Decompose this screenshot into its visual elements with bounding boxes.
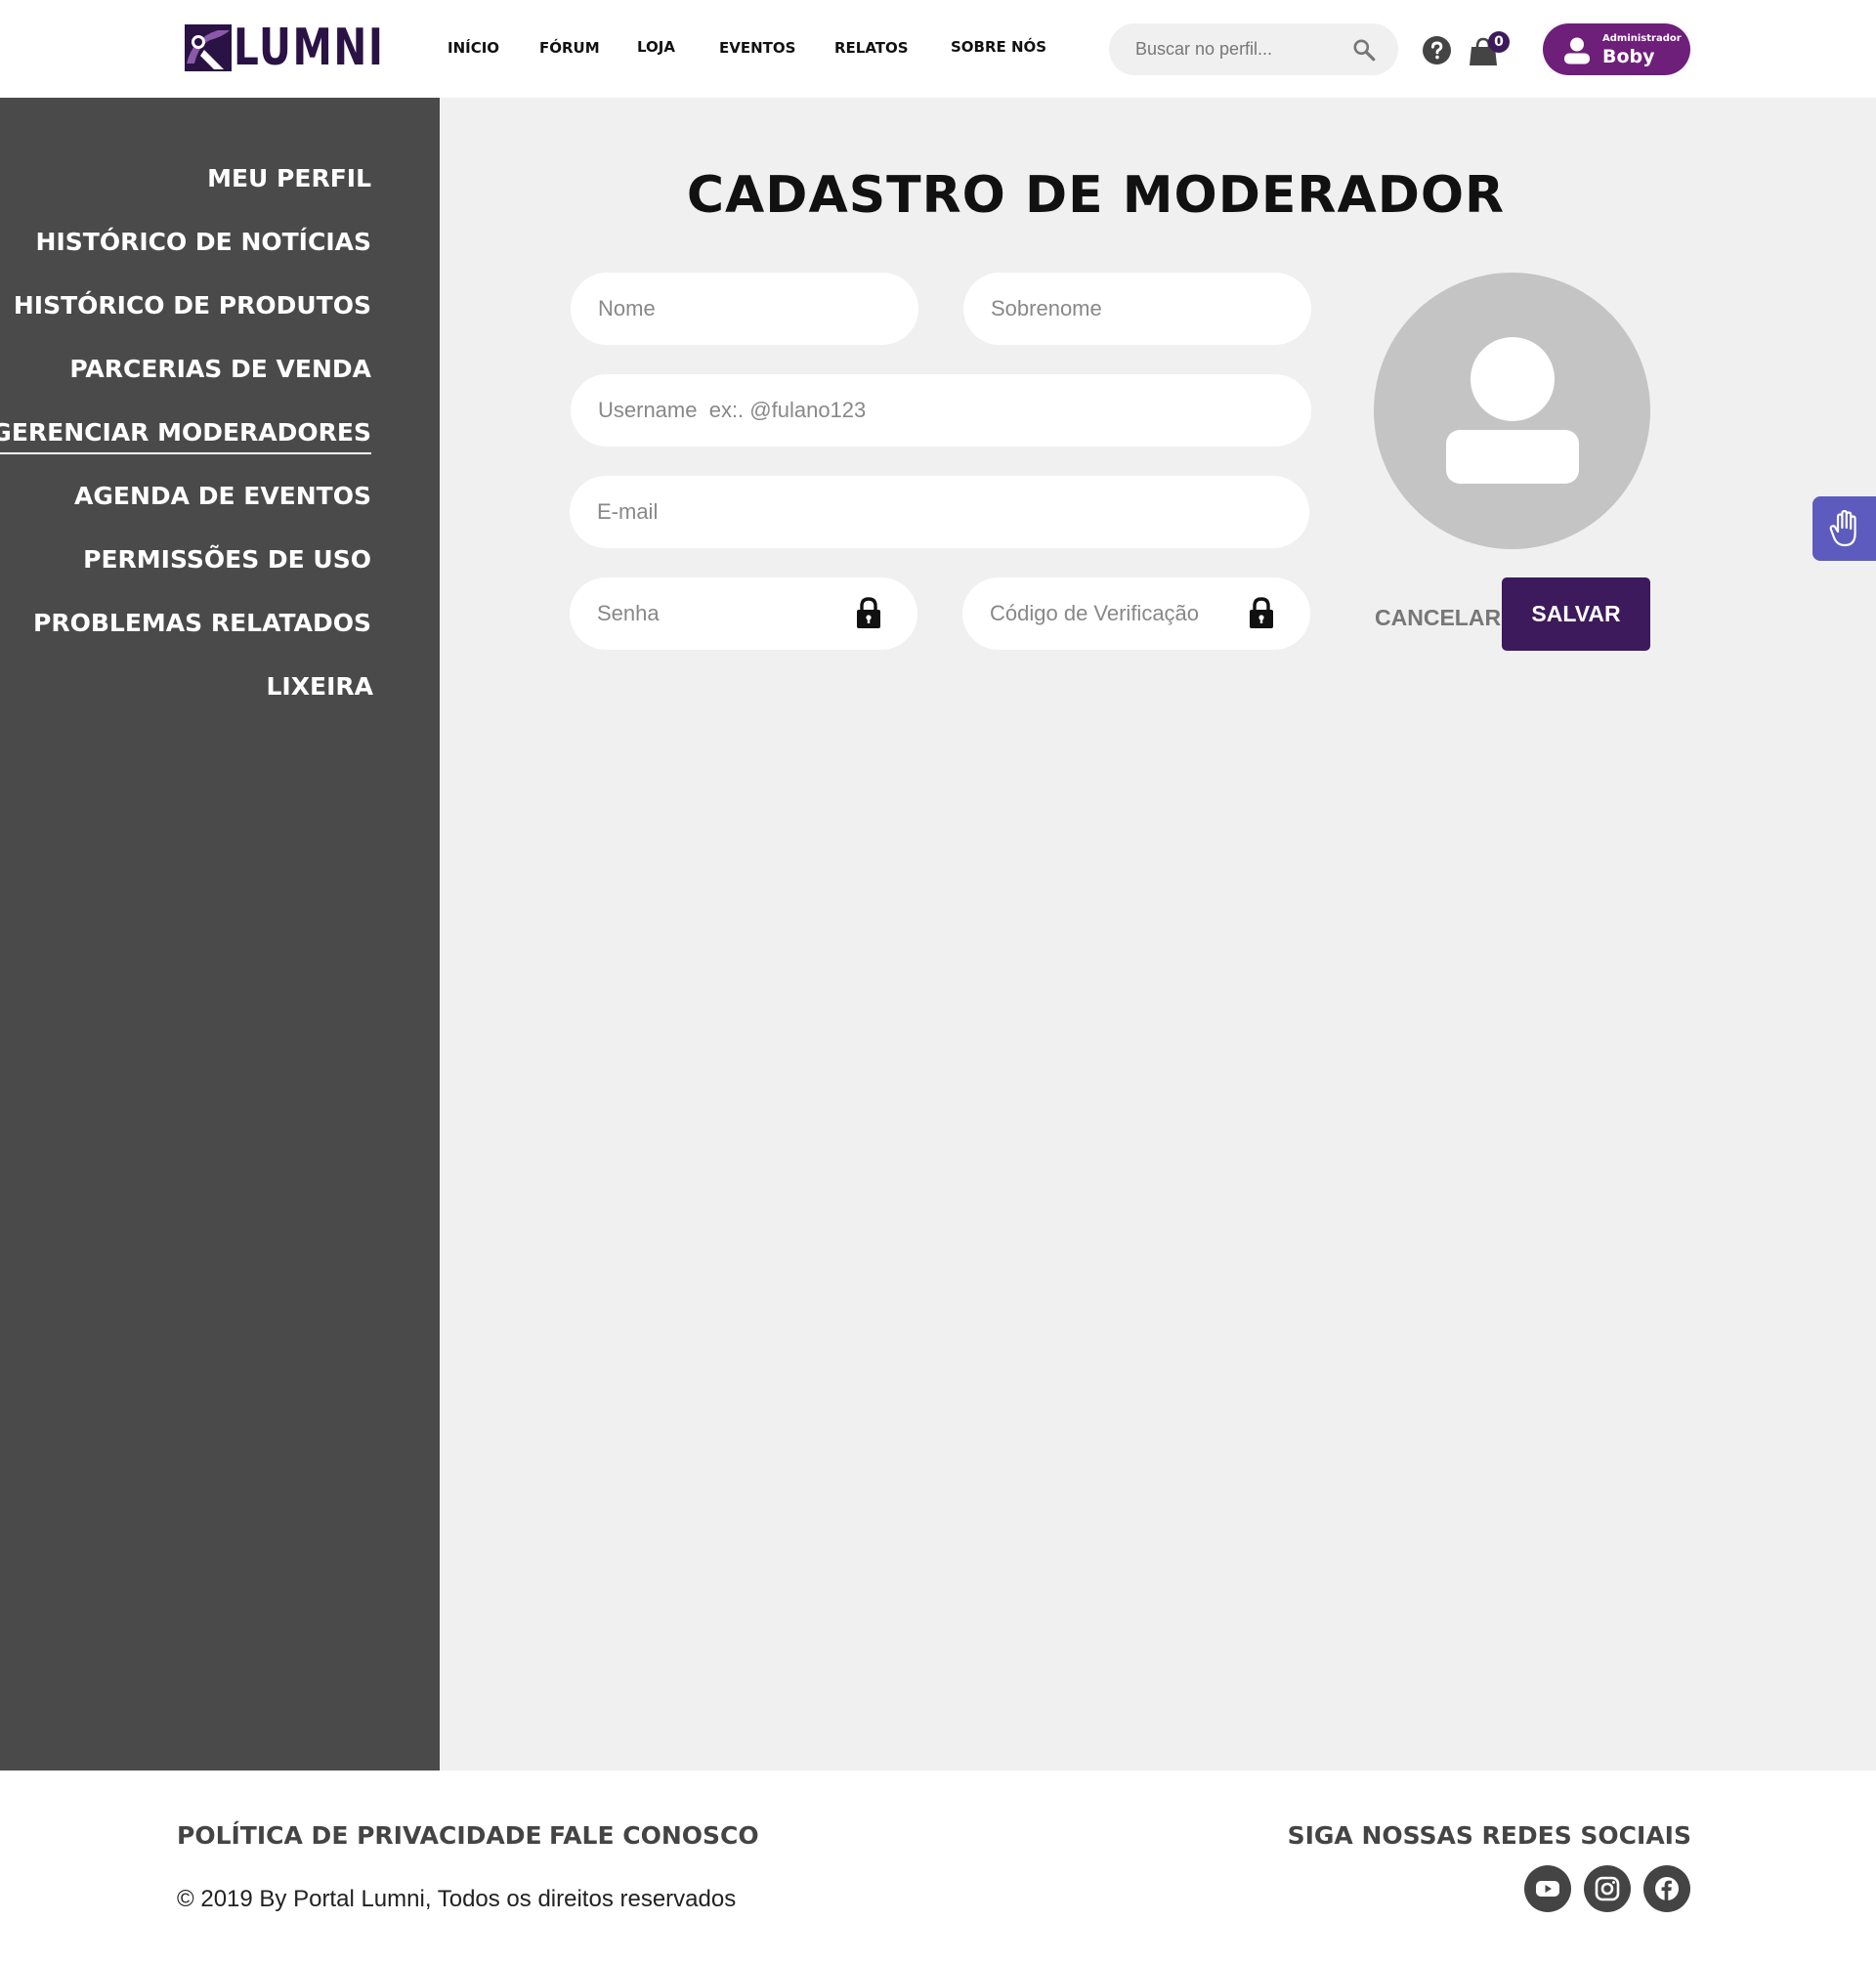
- contact-link[interactable]: FALE CONOSCO: [549, 1821, 759, 1850]
- sidebar-item-gerenciar-moderadores[interactable]: GERENCIAR MODERADORES: [0, 418, 371, 454]
- search-input[interactable]: [1109, 23, 1343, 75]
- facebook-link[interactable]: [1643, 1865, 1690, 1912]
- email-input[interactable]: [570, 476, 1309, 548]
- instagram-icon: [1595, 1876, 1620, 1901]
- help-icon[interactable]: [1423, 36, 1451, 64]
- main-content: CADASTRO DE MODERADOR C: [440, 98, 1876, 1771]
- lock-icon: [857, 597, 880, 628]
- accessibility-button[interactable]: [1812, 496, 1876, 561]
- sidebar-item-permissoes-uso[interactable]: PERMISSÕES DE USO: [83, 545, 371, 574]
- user-name: Boby: [1602, 46, 1655, 67]
- page-title: CADASTRO DE MODERADOR: [686, 166, 1506, 225]
- avatar-placeholder-icon: [1446, 337, 1579, 484]
- username-field: [571, 374, 1311, 447]
- profile-search: [1109, 23, 1398, 75]
- copyright-text: © 2019 By Portal Lumni, Todos os direito…: [177, 1886, 737, 1912]
- sidebar-item-historico-noticias[interactable]: HISTÓRICO DE NOTÍCIAS: [36, 228, 371, 256]
- cart-count-badge: 0: [1488, 31, 1510, 53]
- privacy-policy-link[interactable]: POLÍTICA DE PRIVACIDADE: [177, 1821, 542, 1850]
- cancel-button[interactable]: CANCELAR: [1375, 581, 1501, 654]
- sidebar-item-historico-produtos[interactable]: HISTÓRICO DE PRODUTOS: [14, 291, 371, 320]
- logo-text: LUMNI: [234, 19, 385, 77]
- verification-code-field: [962, 577, 1310, 650]
- sidebar-item-agenda-eventos[interactable]: AGENDA DE EVENTOS: [74, 482, 371, 510]
- nav-sobre-nos[interactable]: SOBRE NÓS: [951, 38, 1046, 56]
- nav-loja[interactable]: LOJA: [637, 38, 675, 56]
- page-footer: POLÍTICA DE PRIVACIDADE FALE CONOSCO SIG…: [0, 1771, 1876, 1963]
- sidebar-item-meu-perfil[interactable]: MEU PERFIL: [207, 164, 371, 192]
- instagram-link[interactable]: [1584, 1865, 1631, 1912]
- cart-button[interactable]: 0: [1469, 31, 1510, 66]
- nav-eventos[interactable]: EVENTOS: [719, 39, 795, 57]
- last-name-field: [963, 273, 1311, 345]
- sidebar-item-parcerias-venda[interactable]: PARCERIAS DE VENDA: [69, 355, 371, 383]
- hand-icon: [1829, 510, 1856, 547]
- email-field: [570, 476, 1309, 548]
- sidebar-item-lixeira[interactable]: LIXEIRA: [267, 672, 374, 701]
- password-field: [570, 577, 917, 650]
- user-role: Administrador: [1602, 33, 1682, 44]
- avatar-upload[interactable]: [1374, 273, 1650, 549]
- last-name-input[interactable]: [963, 273, 1311, 345]
- social-title: SIGA NOSSAS REDES SOCIAIS: [1287, 1821, 1691, 1850]
- youtube-icon: [1536, 1881, 1559, 1897]
- logo-mark-icon: [185, 24, 232, 71]
- save-button[interactable]: SALVAR: [1502, 577, 1650, 651]
- lumni-logo[interactable]: LUMNI: [185, 22, 383, 73]
- nav-relatos[interactable]: RELATOS: [834, 39, 909, 57]
- top-header: LUMNI INÍCIO FÓRUM LOJA EVENTOS RELATOS …: [0, 0, 1876, 98]
- search-icon[interactable]: [1351, 37, 1377, 63]
- profile-sidebar: MEU PERFIL HISTÓRICO DE NOTÍCIAS HISTÓRI…: [0, 98, 440, 1771]
- first-name-field: [571, 273, 918, 345]
- youtube-link[interactable]: [1524, 1865, 1571, 1912]
- user-profile-button[interactable]: Administrador Boby: [1543, 23, 1690, 75]
- first-name-input[interactable]: [571, 273, 918, 345]
- user-icon: [1564, 37, 1590, 64]
- facebook-icon: [1655, 1877, 1679, 1900]
- sidebar-item-problemas-relatados[interactable]: PROBLEMAS RELATADOS: [33, 609, 371, 637]
- username-input[interactable]: [571, 374, 1311, 447]
- nav-forum[interactable]: FÓRUM: [539, 39, 600, 57]
- lock-icon: [1250, 597, 1273, 628]
- nav-inicio[interactable]: INÍCIO: [448, 39, 499, 57]
